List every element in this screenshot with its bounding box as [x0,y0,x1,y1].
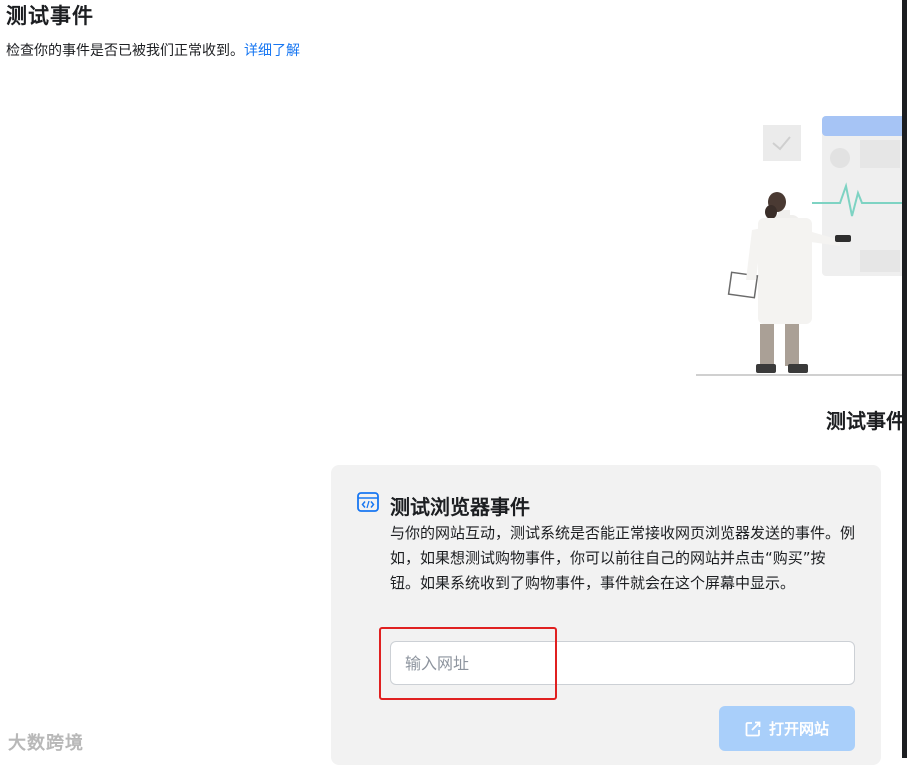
page-subtitle: 检查你的事件是否已被我们正常收到。详细了解 [6,40,300,60]
open-site-label: 打开网站 [768,721,829,738]
code-window-icon [357,492,379,512]
subtitle-text: 检查你的事件是否已被我们正常收到。 [6,43,244,59]
external-link-icon [745,721,761,736]
learn-more-link[interactable]: 详细了解 [244,43,300,59]
open-site-button[interactable]: 打开网站 [719,706,855,751]
card-description: 与你的网站互动，测试系统是否能正常接收网页浏览器发送的事件。例如，如果想测试购物… [390,524,856,592]
panel-divider [902,0,907,758]
doctor-monitor-illustration [696,116,902,376]
highlight-box [379,627,557,700]
page-title: 测试事件 [6,4,94,28]
card-title: 测试浏览器事件 [390,495,530,519]
watermark: 大数跨境 [8,733,84,754]
section-title: 测试事件 [826,409,906,433]
